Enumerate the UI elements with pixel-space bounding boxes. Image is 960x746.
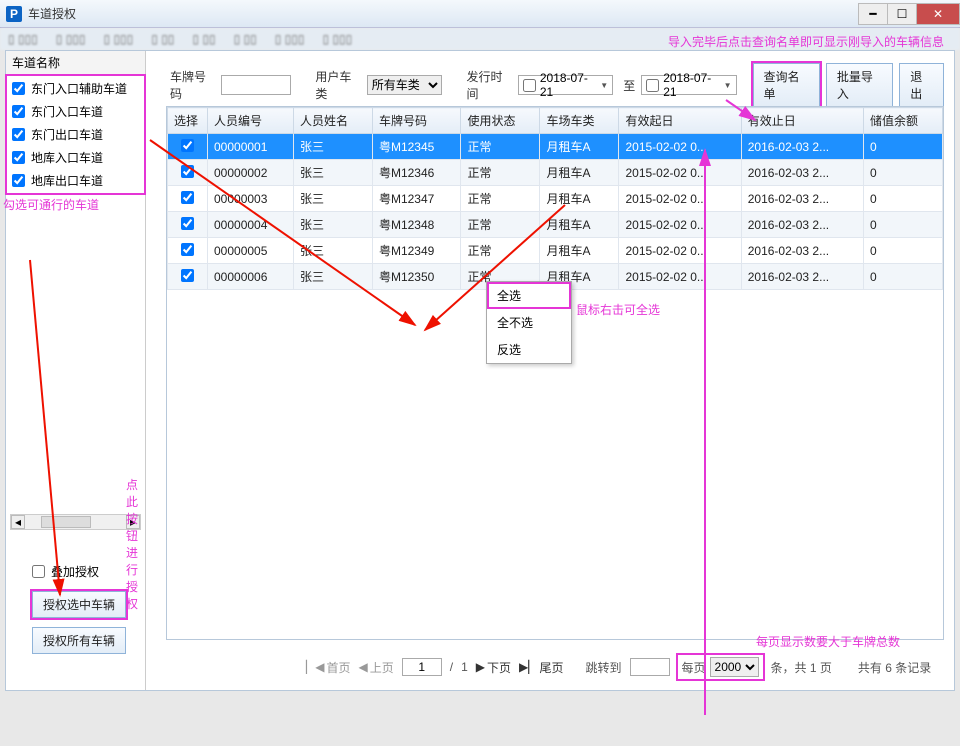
pager-jump-label: 跳转到 <box>586 659 622 676</box>
column-header[interactable]: 车场车类 <box>540 108 619 134</box>
row-checkbox[interactable] <box>181 269 194 282</box>
stack-auth-checkbox[interactable]: 叠加授权 <box>32 563 99 580</box>
lane-item[interactable]: 地库出口车道 <box>6 169 145 192</box>
ctx-annotation: 鼠标右击可全选 <box>576 301 660 318</box>
batch-import-button[interactable]: 批量导入 <box>826 63 893 107</box>
table-row[interactable]: 00000005张三粤M12349正常月租车A2015-02-02 0...20… <box>168 238 943 264</box>
pager-suffix2: 共有 6 条记录 <box>858 659 931 676</box>
ctx-select-none[interactable]: 全不选 <box>487 309 571 336</box>
scroll-thumb[interactable] <box>41 516 91 528</box>
scroll-left-icon[interactable]: ◂ <box>11 515 25 529</box>
lane-label: 东门入口车道 <box>31 103 103 120</box>
row-checkbox[interactable] <box>181 217 194 230</box>
lane-checkbox[interactable] <box>12 105 25 118</box>
lane-sidebar: 车道名称 东门入口辅助车道东门入口车道东门出口车道地库入口车道地库出口车道 ◂ … <box>6 51 146 690</box>
maximize-button[interactable]: ☐ <box>887 3 917 25</box>
column-header[interactable]: 人员编号 <box>208 108 294 134</box>
context-menu: 全选 全不选 反选 <box>486 281 572 364</box>
app-icon: P <box>6 6 22 22</box>
user-class-select[interactable]: 所有车类 <box>367 75 443 95</box>
pager-suffix1: 条，共 1 页 <box>771 659 832 676</box>
data-table: 选择人员编号人员姓名车牌号码使用状态车场车类有效起日有效止日储值余额000000… <box>166 106 944 640</box>
ctx-select-all[interactable]: 全选 <box>487 282 571 309</box>
table-row[interactable]: 00000003张三粤M12347正常月租车A2015-02-02 0...20… <box>168 186 943 212</box>
row-checkbox[interactable] <box>181 165 194 178</box>
row-checkbox[interactable] <box>181 191 194 204</box>
pager-annotation: 每页显示数要大于车牌总数 <box>756 633 900 650</box>
lane-checkbox[interactable] <box>12 128 25 141</box>
window-title: 车道授权 <box>28 5 859 22</box>
auth-selected-button[interactable]: 授权选中车辆 <box>32 591 126 618</box>
per-page-label: 每页 <box>682 659 706 676</box>
stack-auth-label: 叠加授权 <box>51 563 99 580</box>
lane-annotation: 勾选可通行的车道 <box>3 196 99 213</box>
close-button[interactable]: ✕ <box>916 3 960 25</box>
table-row[interactable]: 00000001张三粤M12345正常月租车A2015-02-02 0...20… <box>168 134 943 160</box>
filter-row: 车牌号码 用户车类 所有车类 发行时间 2018-07-21▼ 至 2018-0… <box>166 71 944 99</box>
column-header[interactable]: 选择 <box>168 108 208 134</box>
minimize-button[interactable]: ━ <box>858 3 888 25</box>
lane-label: 地库出口车道 <box>31 172 103 189</box>
column-header[interactable]: 人员姓名 <box>293 108 372 134</box>
pager-next[interactable]: ▶ 下页 <box>476 659 511 676</box>
content-area: 车牌号码 用户车类 所有车类 发行时间 2018-07-21▼ 至 2018-0… <box>146 51 954 690</box>
lane-checkbox[interactable] <box>12 174 25 187</box>
column-header[interactable]: 使用状态 <box>461 108 540 134</box>
date-from-value: 2018-07-21 <box>540 71 596 99</box>
pager-last[interactable]: ▶▏ 尾页 <box>519 659 563 676</box>
auth-annotation: 点此按钮进行授权 <box>126 476 145 612</box>
sidebar-heading: 车道名称 <box>6 51 145 75</box>
lane-label: 地库入口车道 <box>31 149 103 166</box>
date-to-box[interactable]: 2018-07-21▼ <box>641 75 736 95</box>
table-row[interactable]: 00000002张三粤M12346正常月租车A2015-02-02 0...20… <box>168 160 943 186</box>
column-header[interactable]: 有效起日 <box>619 108 741 134</box>
plate-input[interactable] <box>221 75 291 95</box>
exit-button[interactable]: 退出 <box>899 63 944 107</box>
column-header[interactable]: 储值余额 <box>863 108 942 134</box>
pager-slash: / <box>450 660 453 674</box>
row-checkbox[interactable] <box>181 243 194 256</box>
pager-jump-input[interactable] <box>630 658 670 676</box>
plate-label: 车牌号码 <box>170 68 215 102</box>
pager-total: 1 <box>461 660 468 674</box>
user-class-label: 用户车类 <box>315 68 360 102</box>
table-row[interactable]: 00000004张三粤M12348正常月租车A2015-02-02 0...20… <box>168 212 943 238</box>
lane-item[interactable]: 地库入口车道 <box>6 146 145 169</box>
date-to-value: 2018-07-21 <box>663 71 719 99</box>
pager-prev[interactable]: ◀ 上页 <box>358 659 393 676</box>
row-checkbox[interactable] <box>181 139 194 152</box>
lane-label: 东门出口车道 <box>31 126 103 143</box>
auth-all-button[interactable]: 授权所有车辆 <box>32 627 126 654</box>
to-label: 至 <box>623 77 635 94</box>
lane-checkbox[interactable] <box>12 82 25 95</box>
date-from-box[interactable]: 2018-07-21▼ <box>518 75 613 95</box>
query-button[interactable]: 查询名单 <box>753 63 820 107</box>
pager-page-input[interactable] <box>402 658 442 676</box>
issue-time-label: 发行时间 <box>466 68 511 102</box>
column-header[interactable]: 车牌号码 <box>372 108 461 134</box>
lane-horizontal-scrollbar[interactable]: ◂ ▸ <box>10 514 141 530</box>
main-panel: 车道名称 东门入口辅助车道东门入口车道东门出口车道地库入口车道地库出口车道 ◂ … <box>5 50 955 691</box>
column-header[interactable]: 有效止日 <box>741 108 863 134</box>
top-annotation: 导入完毕后点击查询名单即可显示刚导入的车辆信息 <box>668 33 944 50</box>
pager-pagesize-box: 每页 2000 <box>678 655 763 679</box>
window-titlebar: P 车道授权 ━ ☐ ✕ <box>0 0 960 28</box>
ctx-invert[interactable]: 反选 <box>487 336 571 363</box>
lane-checkbox[interactable] <box>12 151 25 164</box>
lane-item[interactable]: 东门出口车道 <box>6 123 145 146</box>
lane-label: 东门入口辅助车道 <box>31 80 127 97</box>
lane-item[interactable]: 东门入口车道 <box>6 100 145 123</box>
pager-first[interactable]: ▏◀ 首页 <box>306 659 350 676</box>
lane-list: 东门入口辅助车道东门入口车道东门出口车道地库入口车道地库出口车道 <box>6 75 145 194</box>
lane-item[interactable]: 东门入口辅助车道 <box>6 77 145 100</box>
per-page-select[interactable]: 2000 <box>710 657 759 677</box>
pager: ▏◀ 首页 ◀ 上页 / 1 ▶ 下页 ▶▏ 尾页 跳转到 每页 2000 条，… <box>306 652 944 682</box>
